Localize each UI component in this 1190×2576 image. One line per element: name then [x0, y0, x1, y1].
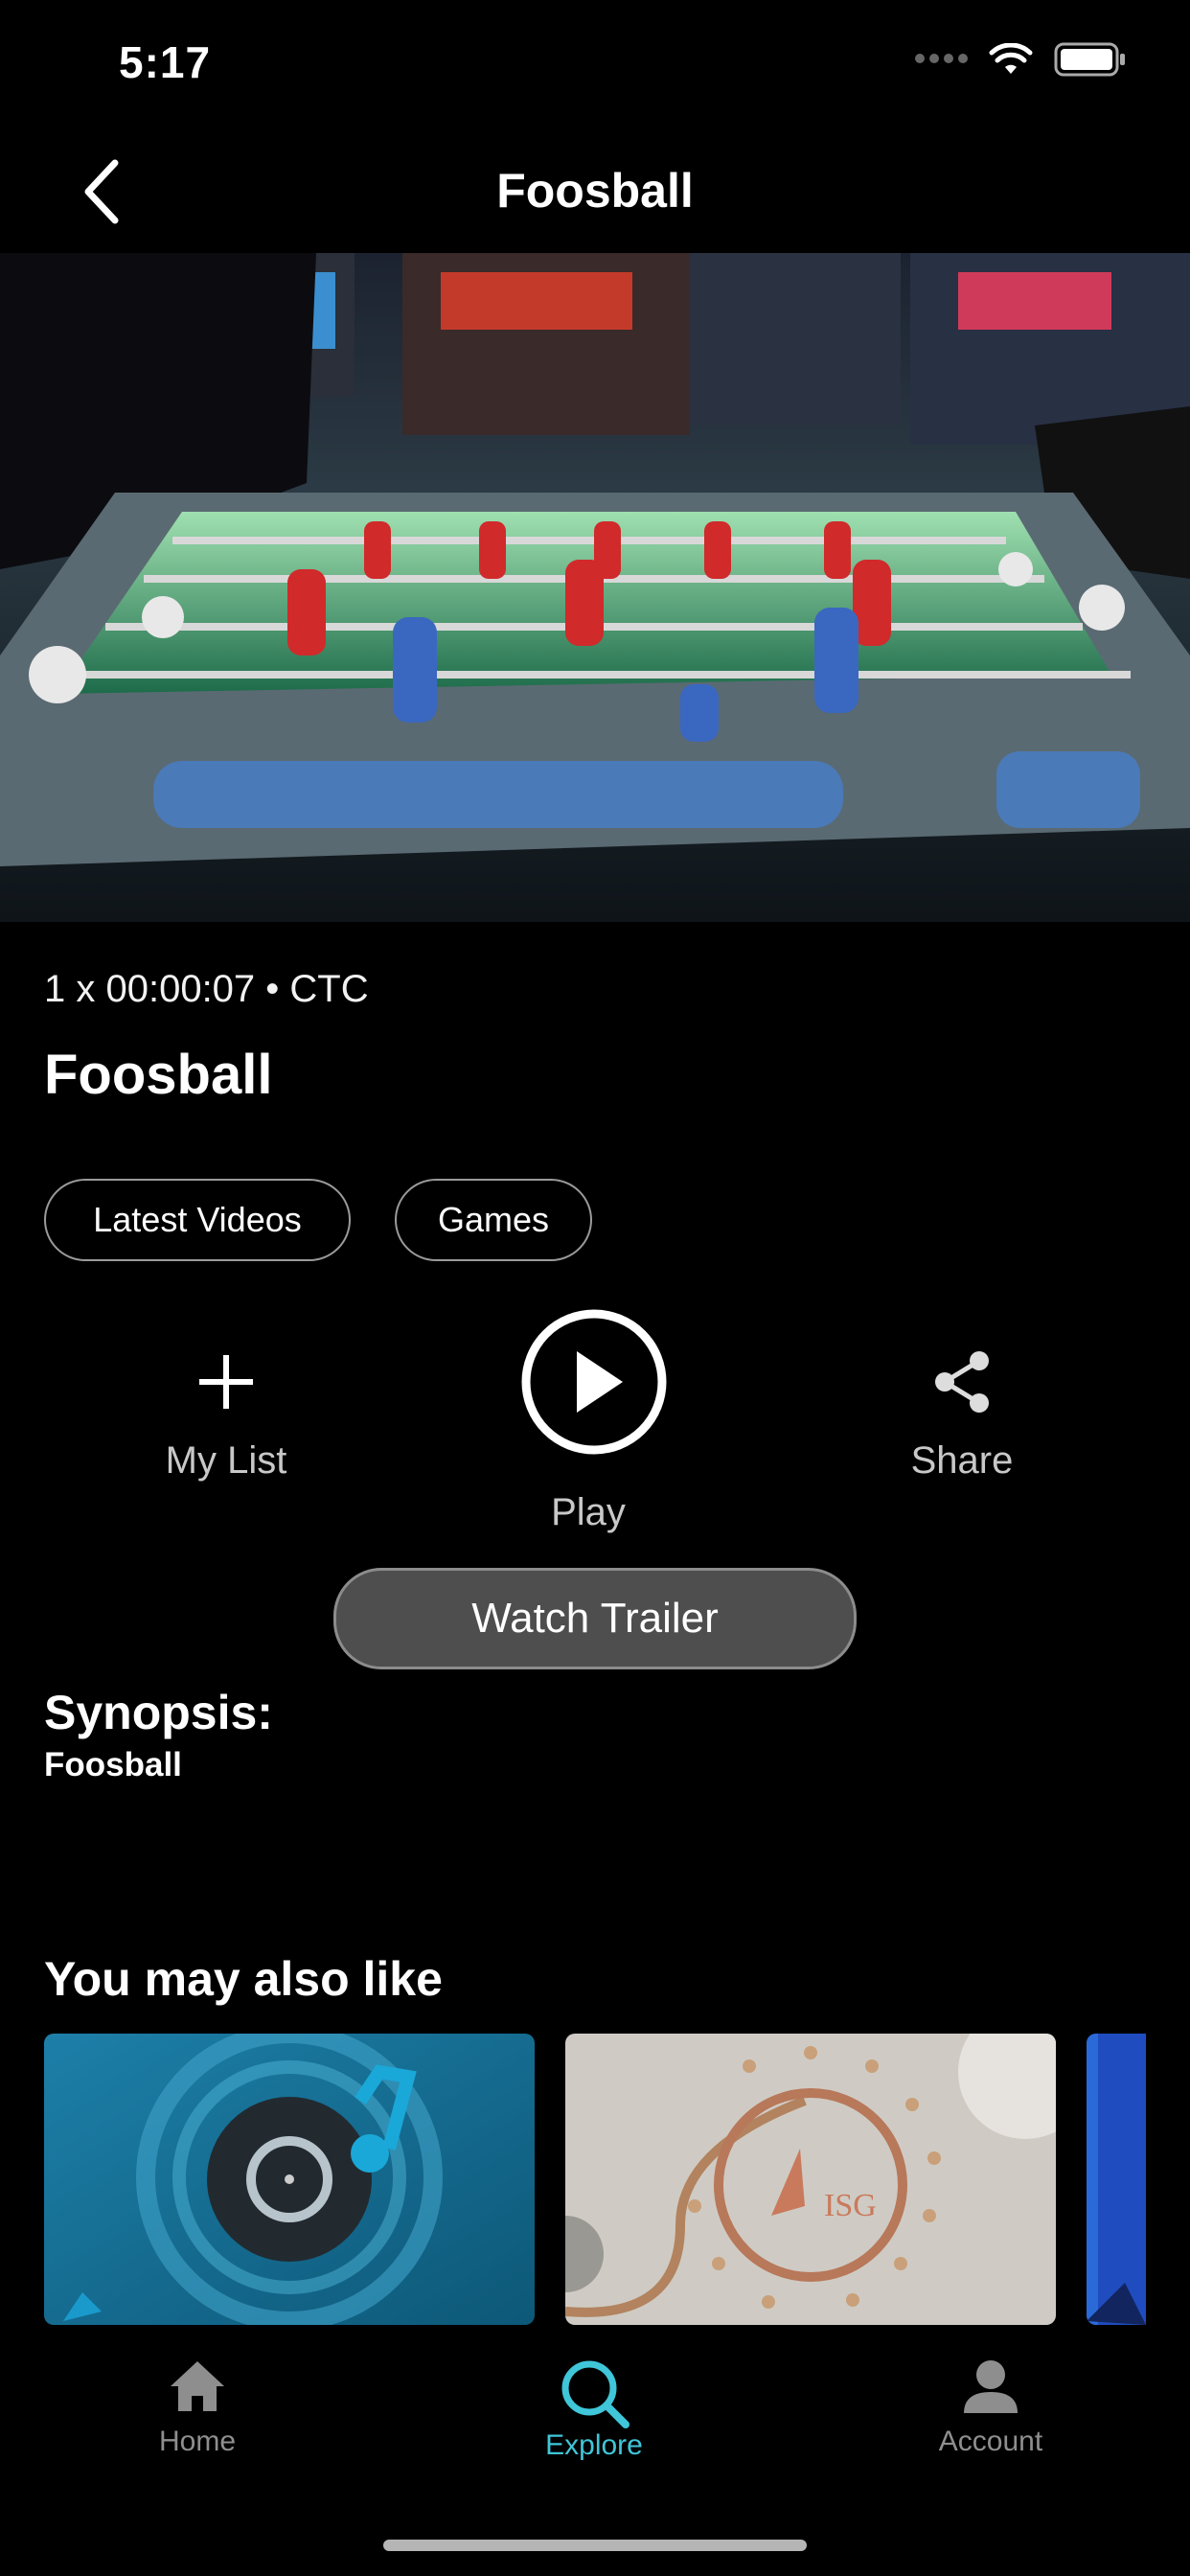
video-hero-image[interactable]	[0, 253, 1190, 922]
tab-explore[interactable]: Explore	[479, 2358, 709, 2462]
share-icon[interactable]	[931, 1349, 993, 1414]
video-title: Foosball	[44, 1044, 273, 1106]
recommendations-heading: You may also like	[44, 1952, 443, 2006]
watch-trailer-button[interactable]: Watch Trailer	[333, 1568, 857, 1669]
recommendation-card[interactable]	[1087, 2034, 1146, 2325]
synopsis-text: Foosball	[44, 1746, 182, 1783]
cellular-signal-icon	[910, 51, 968, 68]
share-label[interactable]: Share	[866, 1439, 1058, 1483]
play-icon[interactable]	[519, 1307, 669, 1457]
search-icon	[561, 2360, 629, 2428]
home-icon	[171, 2361, 224, 2411]
recommendation-card[interactable]: ISG	[565, 2034, 1056, 2325]
recommendation-card[interactable]	[44, 2034, 535, 2325]
tag-games[interactable]: Games	[395, 1179, 592, 1261]
isg-logo-text: ISG	[824, 2188, 877, 2223]
tab-account[interactable]: Account	[876, 2358, 1106, 2458]
isg-logo-thumbnail: ISG	[565, 2034, 1056, 2325]
synopsis-heading: Synopsis:	[44, 1686, 273, 1739]
play-label[interactable]: Play	[492, 1491, 684, 1534]
page-title: Foosball	[496, 164, 694, 218]
video-meta: 1 x 00:00:07 • CTC	[44, 968, 369, 1010]
home-indicator[interactable]	[383, 2540, 807, 2551]
tab-home[interactable]: Home	[82, 2358, 312, 2458]
tab-explore-label: Explore	[545, 2429, 643, 2461]
tag-latest-videos[interactable]: Latest Videos	[44, 1179, 351, 1261]
vinyl-record-thumbnail	[44, 2034, 535, 2325]
tab-account-label: Account	[938, 2426, 1043, 2457]
wifi-icon	[989, 43, 1033, 74]
tab-home-label: Home	[158, 2426, 237, 2457]
battery-icon	[1054, 42, 1125, 77]
my-list-label: My List	[165, 1439, 287, 1482]
plus-icon	[199, 1355, 253, 1409]
status-time: 5:17	[119, 37, 212, 87]
thumbnail-partial	[1087, 2034, 1146, 2325]
foosball-image	[0, 253, 1190, 922]
account-icon	[964, 2360, 1018, 2413]
status-icons	[910, 42, 1127, 77]
